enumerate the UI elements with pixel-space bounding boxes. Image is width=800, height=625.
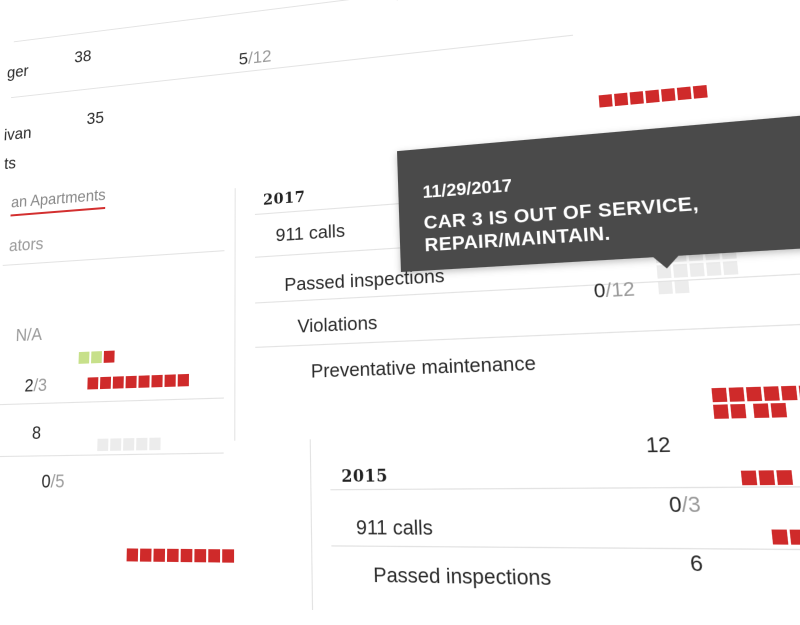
row-value: 5/12 <box>239 46 272 70</box>
status-square[interactable] <box>100 377 111 389</box>
status-square[interactable] <box>614 93 628 106</box>
status-square[interactable] <box>741 471 757 486</box>
bar-group <box>741 470 796 488</box>
bar-group <box>126 548 264 565</box>
status-square[interactable] <box>178 374 189 387</box>
status-square[interactable] <box>758 470 775 485</box>
status-square[interactable] <box>689 263 704 277</box>
status-square[interactable] <box>658 280 673 294</box>
status-square[interactable] <box>123 438 134 451</box>
row-label: ts <box>4 154 17 174</box>
status-square[interactable] <box>164 374 175 387</box>
metric-value: 12 <box>645 433 672 459</box>
row-label: ivan <box>3 123 31 145</box>
status-square[interactable] <box>97 439 108 452</box>
divider <box>0 452 224 457</box>
bar-group <box>87 373 218 392</box>
metric-label: 911 calls <box>276 220 346 246</box>
status-square[interactable] <box>754 403 770 418</box>
status-square[interactable] <box>693 85 708 99</box>
panel-divider <box>310 439 313 610</box>
status-square[interactable] <box>153 549 165 562</box>
status-square[interactable] <box>127 548 139 561</box>
row-value: 33 <box>394 0 415 6</box>
metric-label: 911 calls <box>356 516 433 541</box>
metric-label: Passed inspections <box>373 563 552 591</box>
metric-label: Preventative maintenance <box>311 352 537 383</box>
status-square[interactable] <box>599 94 613 107</box>
panel-divider <box>234 188 235 441</box>
divider <box>14 0 569 42</box>
metric-value: 6 <box>689 551 704 578</box>
bar-group <box>78 350 116 366</box>
status-square[interactable] <box>136 438 147 451</box>
status-square[interactable] <box>140 549 152 562</box>
status-square[interactable] <box>194 549 206 562</box>
status-square[interactable] <box>711 388 727 402</box>
status-square[interactable] <box>113 376 124 388</box>
bar-group <box>599 82 735 109</box>
status-square[interactable] <box>110 438 121 451</box>
status-square[interactable] <box>167 549 179 562</box>
status-square[interactable] <box>713 404 729 418</box>
status-square[interactable] <box>723 261 739 275</box>
tooltip-arrow <box>653 256 679 269</box>
status-square[interactable] <box>151 375 162 388</box>
metric-value: 0/3 <box>668 492 702 519</box>
status-square[interactable] <box>771 403 788 418</box>
status-square[interactable] <box>661 88 676 102</box>
column-header: N/A <box>15 324 42 346</box>
metric-value: 0/12 <box>593 278 636 304</box>
row-value: 8 <box>32 422 42 444</box>
tooltip-date: 11/29/2017 <box>422 177 512 204</box>
year-heading: 2015 <box>341 467 388 487</box>
status-square[interactable] <box>790 530 800 545</box>
bar-group <box>771 530 800 549</box>
status-square[interactable] <box>79 352 90 364</box>
status-square[interactable] <box>763 386 779 401</box>
status-square[interactable] <box>645 90 659 104</box>
status-square[interactable] <box>781 386 798 401</box>
status-square[interactable] <box>776 470 793 485</box>
status-square[interactable] <box>771 530 788 545</box>
row-label: ger <box>7 62 29 83</box>
status-square[interactable] <box>126 376 137 388</box>
section-subheading: ators <box>9 234 44 257</box>
metric-label: Violations <box>297 312 377 338</box>
status-square[interactable] <box>630 91 644 105</box>
status-square[interactable] <box>746 387 762 402</box>
status-square[interactable] <box>91 351 102 363</box>
divider <box>0 397 224 405</box>
row-value: 38 <box>74 47 92 68</box>
status-square[interactable] <box>674 279 689 293</box>
divider <box>330 485 800 490</box>
status-square[interactable] <box>181 549 193 562</box>
divider <box>331 545 800 551</box>
status-square[interactable] <box>149 438 160 451</box>
row-value: 35 <box>86 108 104 129</box>
bar-group <box>97 438 163 454</box>
row-value: 2/3 <box>24 375 47 397</box>
status-square[interactable] <box>87 377 98 389</box>
bar-group <box>711 383 800 422</box>
row-value: 0/5 <box>41 471 65 494</box>
status-square[interactable] <box>222 549 234 562</box>
status-square[interactable] <box>729 387 745 401</box>
status-square[interactable] <box>706 262 721 276</box>
inspection-dashboard: ger 38 33 5/12 ivan 35 ts an Apartments … <box>0 0 800 600</box>
status-square[interactable] <box>104 351 115 363</box>
status-square[interactable] <box>730 404 746 419</box>
status-square[interactable] <box>677 87 692 101</box>
status-square[interactable] <box>138 375 149 388</box>
building-link[interactable]: an Apartments <box>10 187 105 217</box>
divider <box>11 35 573 98</box>
event-tooltip: 11/29/2017 CAR 3 IS OUT OF SERVICE, REPA… <box>397 107 800 272</box>
status-square[interactable] <box>208 549 220 562</box>
year-heading: 2017 <box>263 189 305 209</box>
